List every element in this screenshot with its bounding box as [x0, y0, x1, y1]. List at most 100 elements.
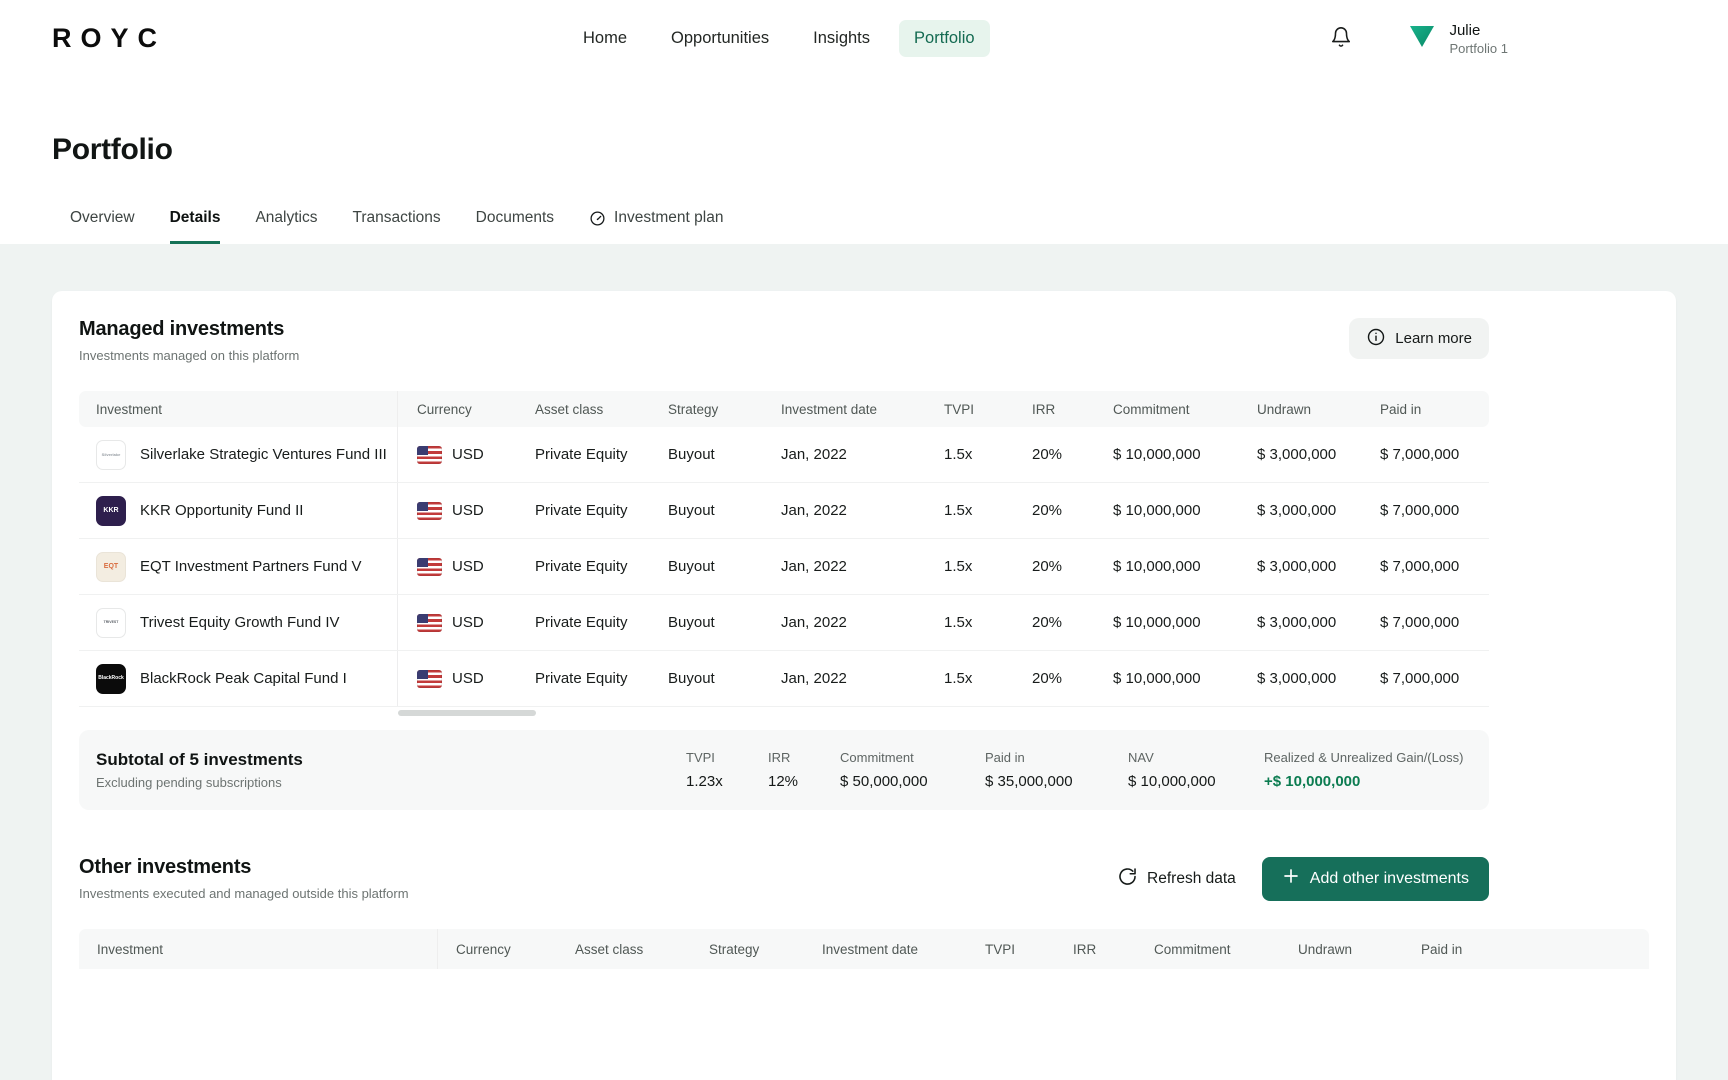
- investment-cell: Silverlake Silverlake Strategic Ventures …: [79, 427, 398, 482]
- column-header-undrawn: Undrawn: [1298, 941, 1353, 957]
- subtotal-metric-paid-in: Paid in $ 35,000,000: [985, 750, 1128, 790]
- metric-value: $ 10,000,000: [1128, 773, 1216, 790]
- refresh-data-button[interactable]: Refresh data: [1118, 867, 1236, 891]
- nav-item-insights[interactable]: Insights: [798, 20, 885, 57]
- irr-cell: 20%: [1032, 502, 1063, 519]
- asset-class-cell: Private Equity: [535, 614, 628, 631]
- tab-label: Documents: [475, 209, 555, 226]
- other-investments-subtitle: Investments executed and managed outside…: [79, 886, 409, 901]
- column-header-asset-class: Asset class: [575, 941, 644, 957]
- fund-logo: BlackRock: [96, 663, 126, 694]
- us-flag-icon: [417, 557, 442, 576]
- metric-value: +$ 10,000,000: [1264, 773, 1361, 790]
- horizontal-scrollbar[interactable]: [398, 710, 1489, 716]
- investment-cell: KKR KKR Opportunity Fund II: [79, 483, 398, 538]
- user-name: Julie: [1449, 21, 1481, 39]
- add-other-investments-button[interactable]: Add other investments: [1261, 856, 1489, 901]
- metric-value: 1.23x: [686, 773, 723, 790]
- tabs: Overview Details Analytics Transactions Docu…: [70, 209, 1676, 244]
- tvpi-cell: 1.5x: [944, 558, 973, 575]
- tab-investment-plan[interactable]: Investment plan: [589, 209, 723, 244]
- asset-class-cell: Private Equity: [535, 670, 628, 687]
- gauge-icon: [589, 210, 606, 227]
- column-header-currency: Currency: [417, 401, 472, 417]
- column-header-asset-class: Asset class: [535, 401, 604, 417]
- fund-name: Silverlake Strategic Ventures Fund III: [140, 446, 387, 463]
- column-header-commitment: Commitment: [1113, 401, 1190, 417]
- investment-cell: TRIVEST Trivest Equity Growth Fund IV: [79, 595, 398, 650]
- fund-logo: TRIVEST: [96, 607, 126, 638]
- learn-more-label: Learn more: [1395, 330, 1472, 347]
- asset-class-cell: Private Equity: [535, 446, 628, 463]
- currency-cell: USD: [398, 557, 535, 576]
- page-header: Portfolio Overview Details Analytics Transa…: [0, 77, 1728, 244]
- fund-name: Trivest Equity Growth Fund IV: [140, 614, 340, 631]
- tab-details[interactable]: Details: [169, 209, 221, 244]
- investment-row[interactable]: BlackRock BlackRock Peak Capital Fund I US…: [79, 651, 1489, 707]
- managed-investments-subtitle: Investments managed on this platform: [79, 348, 300, 363]
- metric-label: Realized & Unrealized Gain/(Loss): [1264, 750, 1464, 765]
- investment-date-cell: Jan, 2022: [781, 502, 847, 519]
- irr-cell: 20%: [1032, 558, 1063, 575]
- tab-transactions[interactable]: Transactions: [352, 209, 440, 244]
- user-menu[interactable]: Julie Portfolio 1: [1408, 22, 1508, 56]
- currency-cell: USD: [398, 669, 535, 688]
- tab-documents[interactable]: Documents: [476, 209, 554, 244]
- irr-cell: 20%: [1032, 446, 1063, 463]
- user-text: Julie Portfolio 1: [1449, 22, 1508, 56]
- asset-class-cell: Private Equity: [535, 558, 628, 575]
- strategy-cell: Buyout: [668, 502, 715, 519]
- portfolio-details-card: Managed investments Investments managed …: [52, 291, 1676, 1080]
- tab-label: Transactions: [352, 209, 441, 226]
- managed-investments-header: Managed investments Investments managed …: [79, 318, 1489, 363]
- investment-date-cell: Jan, 2022: [781, 446, 847, 463]
- investment-row[interactable]: TRIVEST Trivest Equity Growth Fund IV USD P…: [79, 595, 1489, 651]
- subtotal-metric-irr: IRR 12%: [768, 750, 840, 790]
- topbar-right: Julie Portfolio 1: [1330, 22, 1508, 56]
- paid-in-cell: $ 7,000,000: [1380, 446, 1460, 463]
- tab-analytics[interactable]: Analytics: [255, 209, 317, 244]
- subtotal-metric-nav: NAV $ 10,000,000: [1128, 750, 1264, 790]
- tab-label: Analytics: [255, 209, 318, 226]
- nav-item-opportunities[interactable]: Opportunities: [656, 20, 784, 57]
- undrawn-cell: $ 3,000,000: [1257, 446, 1337, 463]
- notifications-button[interactable]: [1330, 26, 1352, 51]
- subtotal-metrics: TVPI 1.23x IRR 12% Commitment $ 50,000,000 Pai…: [686, 750, 1489, 790]
- us-flag-icon: [417, 613, 442, 632]
- metric-value: 12%: [768, 773, 799, 790]
- column-header-investment-date: Investment date: [781, 401, 878, 417]
- page-content: Managed investments Investments managed …: [0, 244, 1728, 1080]
- metric-label: Commitment: [840, 750, 914, 765]
- avatar: [1408, 24, 1436, 53]
- strategy-cell: Buyout: [668, 446, 715, 463]
- commitment-cell: $ 10,000,000: [1113, 614, 1201, 631]
- nav-item-home[interactable]: Home: [568, 20, 642, 57]
- subtotal-note: Excluding pending subscriptions: [96, 775, 282, 790]
- tvpi-cell: 1.5x: [944, 446, 973, 463]
- investment-date-cell: Jan, 2022: [781, 670, 847, 687]
- investment-row[interactable]: Silverlake Silverlake Strategic Ventures …: [79, 427, 1489, 483]
- fund-logo: EQT: [96, 551, 126, 582]
- tab-label: Details: [169, 209, 221, 226]
- column-header-tvpi: TVPI: [985, 941, 1016, 957]
- irr-cell: 20%: [1032, 670, 1063, 687]
- scrollbar-thumb[interactable]: [398, 710, 536, 716]
- us-flag-icon: [417, 501, 442, 520]
- tab-overview[interactable]: Overview: [70, 209, 135, 244]
- subtotal-metric-commitment: Commitment $ 50,000,000: [840, 750, 985, 790]
- learn-more-button[interactable]: Learn more: [1349, 318, 1489, 359]
- column-header-tvpi: TVPI: [944, 401, 975, 417]
- commitment-cell: $ 10,000,000: [1113, 558, 1201, 575]
- metric-value: $ 50,000,000: [840, 773, 928, 790]
- column-header-commitment: Commitment: [1154, 941, 1231, 957]
- info-icon: [1366, 327, 1386, 351]
- investment-row[interactable]: KKR KKR Opportunity Fund II USD Private Equ…: [79, 483, 1489, 539]
- investment-row[interactable]: EQT EQT Investment Partners Fund V USD Priv…: [79, 539, 1489, 595]
- refresh-icon: [1118, 867, 1137, 891]
- irr-cell: 20%: [1032, 614, 1063, 631]
- investment-cell: BlackRock BlackRock Peak Capital Fund I: [79, 651, 398, 706]
- currency-cell: USD: [398, 613, 535, 632]
- column-header-paid-in: Paid in: [1421, 941, 1463, 957]
- tab-label: Investment plan: [614, 209, 724, 226]
- nav-item-portfolio[interactable]: Portfolio: [899, 20, 990, 57]
